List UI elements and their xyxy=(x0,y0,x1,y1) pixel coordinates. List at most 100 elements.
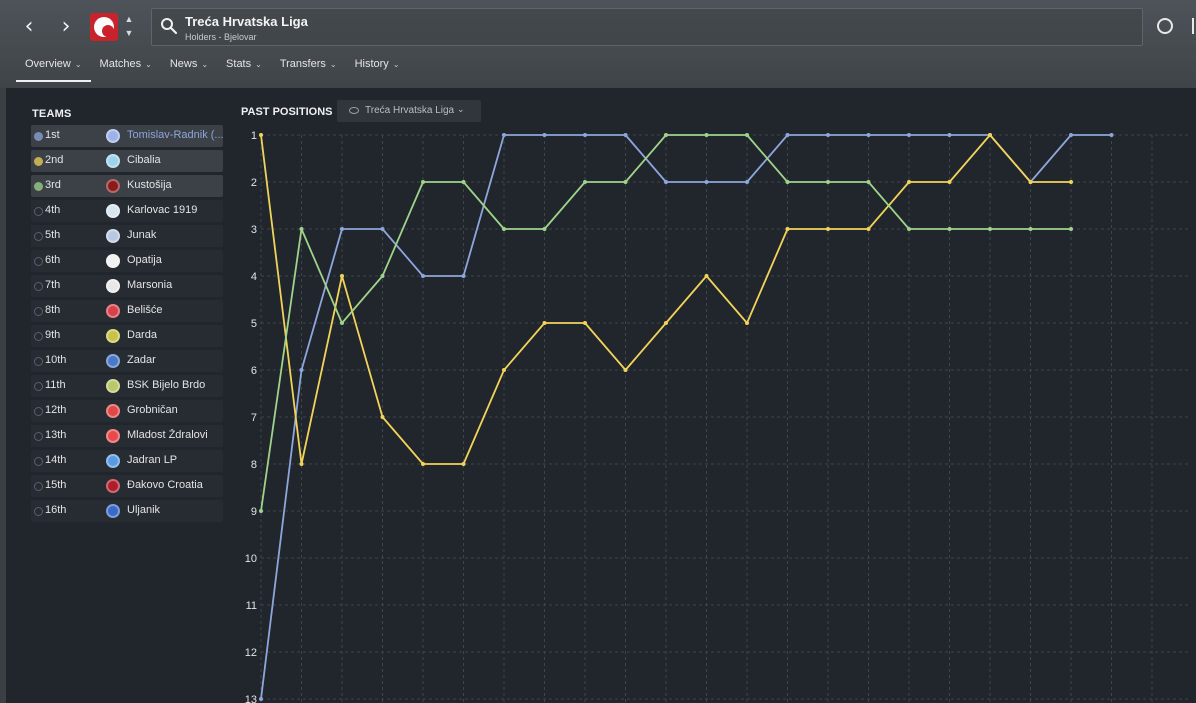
chevron-down-icon: ⌄ xyxy=(457,104,465,114)
header-bar: ‹ › ▲ ▼ Treća Hrvatska Liga Holders - Bje… xyxy=(0,0,1196,88)
data-point xyxy=(502,227,506,231)
y-tick-label: 7 xyxy=(251,412,257,424)
data-point xyxy=(421,462,425,466)
tab-label: History xyxy=(354,58,389,70)
data-point xyxy=(421,274,425,278)
tab-overview[interactable]: Overview ⌄ xyxy=(16,52,91,82)
data-point xyxy=(907,133,911,137)
data-point xyxy=(664,133,668,137)
data-point xyxy=(1109,133,1114,137)
data-point xyxy=(704,274,709,278)
data-point xyxy=(704,133,709,137)
y-tick-label: 9 xyxy=(251,506,257,518)
data-point xyxy=(340,227,344,231)
data-point xyxy=(866,133,871,137)
data-point xyxy=(542,133,547,137)
data-point xyxy=(299,227,304,231)
page-subtitle: Holders - Bjelovar xyxy=(185,32,257,42)
y-tick-label: 3 xyxy=(251,224,257,236)
data-point xyxy=(745,133,749,137)
competition-select[interactable]: Treća Hrvatska Liga ⌄ xyxy=(337,100,481,122)
data-point xyxy=(1028,180,1033,184)
y-tick-label: 6 xyxy=(251,365,257,377)
data-point xyxy=(380,274,385,278)
tab-transfers[interactable]: Transfers ⌄ xyxy=(271,52,346,82)
data-point xyxy=(826,227,830,231)
y-tick-label: 4 xyxy=(251,271,257,283)
data-point xyxy=(340,321,344,325)
data-point xyxy=(542,227,547,231)
data-point xyxy=(259,697,263,701)
data-point xyxy=(866,180,871,184)
data-point xyxy=(461,274,466,278)
data-point xyxy=(542,321,547,325)
data-point xyxy=(259,509,263,513)
eye-icon xyxy=(349,107,359,114)
data-point xyxy=(461,180,466,184)
forward-button[interactable]: › xyxy=(55,14,77,40)
data-point xyxy=(866,227,871,231)
y-tick-label: 5 xyxy=(251,318,257,330)
data-point xyxy=(421,180,425,184)
data-point xyxy=(1028,227,1033,231)
tab-label: Matches xyxy=(99,58,142,70)
data-point xyxy=(623,180,628,184)
data-point xyxy=(583,180,587,184)
data-point xyxy=(664,321,668,325)
tab-label: Transfers xyxy=(279,58,326,70)
chevron-down-icon: ⌄ xyxy=(255,60,262,69)
data-point xyxy=(583,321,587,325)
past-positions-header: PAST POSITIONS xyxy=(241,106,333,118)
search-bar[interactable]: Treća Hrvatska Liga Holders - Bjelovar xyxy=(151,8,1143,46)
chevron-down-icon: ⌄ xyxy=(329,60,337,69)
data-point xyxy=(380,415,385,419)
data-point xyxy=(785,227,790,231)
data-point xyxy=(461,462,466,466)
data-point xyxy=(785,133,790,137)
chevron-down-icon: ⌄ xyxy=(145,60,152,69)
tab-matches[interactable]: Matches ⌄ xyxy=(91,52,161,82)
y-tick-label: 8 xyxy=(251,459,257,471)
data-point xyxy=(826,133,830,137)
y-tick-label: 12 xyxy=(245,647,257,659)
y-tick-label: 11 xyxy=(246,600,257,612)
menu-icon[interactable] xyxy=(1192,18,1196,34)
data-point xyxy=(745,180,749,184)
data-point xyxy=(1069,227,1073,231)
data-point xyxy=(785,180,790,184)
page-title: Treća Hrvatska Liga xyxy=(185,14,308,29)
competition-switcher-icon[interactable]: ▲ ▼ xyxy=(122,12,136,42)
tab-label: Stats xyxy=(226,58,252,70)
data-point xyxy=(583,133,587,137)
data-point xyxy=(947,133,952,137)
tab-history[interactable]: History ⌄ xyxy=(346,52,409,82)
data-point xyxy=(623,368,628,372)
search-icon[interactable] xyxy=(160,17,178,35)
data-point xyxy=(745,321,749,325)
data-point xyxy=(826,180,830,184)
tab-bar: Overview ⌄ Matches ⌄ News ⌄ Stats ⌄ Transfers ⌄ Hi… xyxy=(16,52,409,82)
trophy-icon[interactable] xyxy=(1157,18,1173,34)
chevron-down-icon: ⌄ xyxy=(201,60,209,69)
y-tick-label: 10 xyxy=(245,553,257,565)
data-point xyxy=(664,180,668,184)
data-point xyxy=(947,227,952,231)
data-point xyxy=(988,133,992,137)
chevron-down-icon: ⌄ xyxy=(74,60,82,69)
back-button[interactable]: ‹ xyxy=(18,14,40,40)
data-point xyxy=(502,133,506,137)
data-point xyxy=(502,368,506,372)
data-point xyxy=(380,227,385,231)
tab-label: Overview xyxy=(25,58,71,70)
data-point xyxy=(259,133,263,137)
data-point xyxy=(340,274,344,278)
competition-badge-icon[interactable] xyxy=(90,13,118,41)
y-tick-label: 2 xyxy=(251,177,257,189)
y-tick-label: 1 xyxy=(251,130,257,142)
tab-stats[interactable]: Stats ⌄ xyxy=(217,52,271,82)
data-point xyxy=(299,368,304,372)
data-point xyxy=(907,180,911,184)
tab-news[interactable]: News ⌄ xyxy=(161,52,217,82)
past-positions-chart: 12345678910111213 xyxy=(245,130,1188,703)
chevron-down-icon: ⌄ xyxy=(392,60,400,69)
